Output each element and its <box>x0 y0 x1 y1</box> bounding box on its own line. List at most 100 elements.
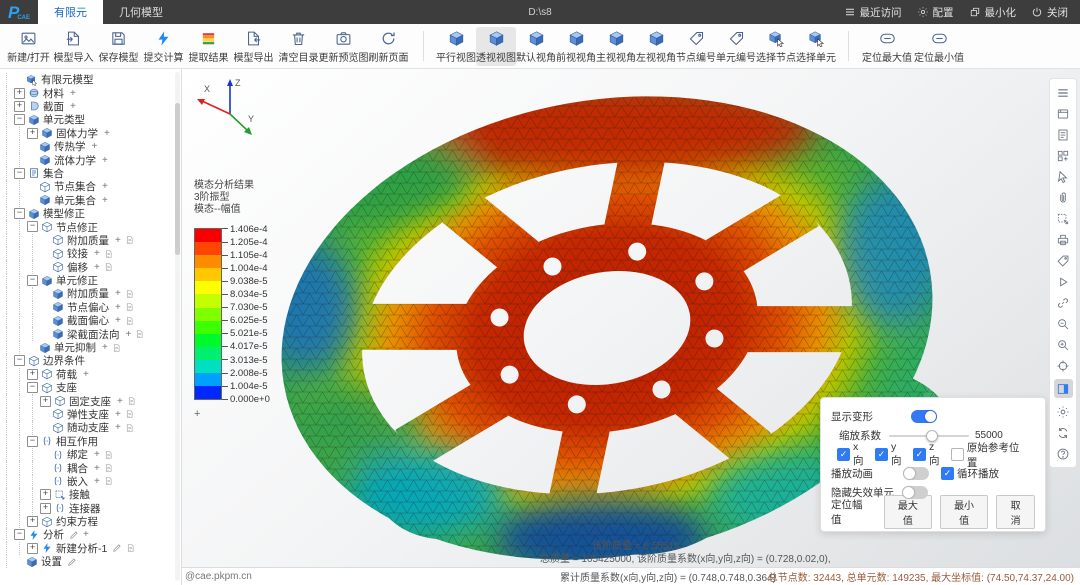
toolbar-button[interactable]: 模型导出 <box>231 27 276 66</box>
tree-item[interactable]: 弹性支座 + <box>0 407 181 422</box>
tab-fem[interactable]: 有限元 <box>38 0 104 24</box>
add-icon[interactable]: + <box>70 101 76 112</box>
toolbar-button[interactable]: 提交计算 <box>141 27 186 66</box>
tree-item[interactable]: − 边界条件 <box>0 354 181 368</box>
add-icon[interactable]: + <box>102 181 108 192</box>
tree-item[interactable]: 单元集合 + <box>0 193 181 207</box>
add-icon[interactable]: + <box>94 449 100 460</box>
paste-icon[interactable] <box>104 476 113 486</box>
tree-item[interactable]: 嵌入 + <box>0 474 181 489</box>
paste-icon[interactable] <box>125 289 134 299</box>
legend-resize-handle[interactable]: + <box>194 408 254 420</box>
paste-icon[interactable] <box>125 316 134 326</box>
tree-item[interactable]: + 固定支座 + <box>0 394 181 408</box>
titlebar-close-button[interactable]: 关闭 <box>1031 5 1068 20</box>
strip-form-button[interactable] <box>1054 127 1073 142</box>
titlebar-minimize-button[interactable]: 最小化 <box>969 5 1016 20</box>
paste-icon[interactable] <box>104 262 113 272</box>
add-icon[interactable]: + <box>104 128 110 139</box>
tree-item[interactable]: + 约束方程 <box>0 514 181 529</box>
hide-failed-toggle[interactable] <box>902 486 928 499</box>
strip-tag-button[interactable] <box>1054 253 1073 268</box>
tree-item[interactable]: 流体力学 + <box>0 153 181 167</box>
tree-item[interactable]: − 单元类型 <box>0 113 181 127</box>
strip-zoom-out-button[interactable] <box>1054 316 1073 331</box>
tree-item[interactable]: 绑定 + <box>0 447 181 462</box>
paste-icon[interactable] <box>125 409 134 419</box>
tree-item[interactable]: − 相互作用 <box>0 434 181 448</box>
titlebar-config-button[interactable]: 配置 <box>917 5 954 20</box>
tree-item[interactable]: + 材料 + <box>0 86 181 100</box>
paste-icon[interactable] <box>104 249 113 259</box>
toolbar-button[interactable]: 单元编号 <box>716 27 756 66</box>
axis-checkbox[interactable] <box>950 448 964 461</box>
toolbar-button[interactable]: 主视视角 <box>596 27 636 66</box>
expand-toggle[interactable]: + <box>14 87 25 99</box>
toolbar-button[interactable]: 刷新页面 <box>366 27 411 66</box>
collapse-toggle[interactable]: − <box>14 208 25 220</box>
tree-item[interactable]: + 接触 <box>0 488 181 502</box>
tree-item[interactable]: + 固体力学 + <box>0 126 181 140</box>
tree-item[interactable]: 耦合 + <box>0 461 181 475</box>
anim-toggle[interactable] <box>903 467 929 480</box>
toolbar-button[interactable]: 新建/打开 <box>6 27 51 66</box>
tree-item[interactable]: − 单元修正 <box>0 273 181 288</box>
add-icon[interactable]: + <box>115 235 121 246</box>
tree-item[interactable]: 附加质量 + <box>0 233 181 248</box>
locate-max-button[interactable]: 最大值 <box>883 494 932 529</box>
titlebar-recent-button[interactable]: 最近访问 <box>844 5 902 20</box>
collapse-toggle[interactable]: − <box>27 275 38 287</box>
axis-checkbox[interactable]: ✓ <box>912 448 926 461</box>
deform-toggle[interactable] <box>911 410 937 423</box>
strip-link-button[interactable] <box>1054 295 1073 310</box>
collapse-toggle[interactable]: − <box>27 382 38 394</box>
toolbar-button[interactable]: 选择节点 <box>756 27 796 66</box>
edit-icon[interactable] <box>112 543 122 553</box>
collapse-toggle[interactable]: − <box>14 355 25 367</box>
tree-item[interactable]: 梁截面法向 + <box>0 327 181 341</box>
paste-icon[interactable] <box>127 396 136 406</box>
tree-item[interactable]: + 截面 + <box>0 99 181 114</box>
strip-settings-button[interactable] <box>1054 404 1073 419</box>
toolbar-button[interactable]: 提取结果 <box>186 27 231 66</box>
collapse-toggle[interactable]: − <box>27 435 38 447</box>
toolbar-button[interactable]: 平行视图 <box>436 27 476 66</box>
toolbar-button[interactable]: 左视视角 <box>636 27 676 66</box>
paste-icon[interactable] <box>125 302 134 312</box>
axis-checkbox[interactable]: ✓ <box>837 448 850 461</box>
tree-item[interactable]: 节点集合 + <box>0 180 181 194</box>
add-icon[interactable]: + <box>115 302 121 313</box>
expand-toggle[interactable]: + <box>40 489 51 501</box>
expand-toggle[interactable]: + <box>27 368 38 380</box>
strip-menu-button[interactable] <box>1054 85 1073 100</box>
collapse-toggle[interactable]: − <box>14 114 25 126</box>
toolbar-button[interactable]: 更新预览图 <box>319 27 369 66</box>
expand-toggle[interactable]: + <box>27 542 38 554</box>
viewport-3d[interactable]: X Y Z 模态分析结果 3阶振型 模态--幅值 1.406e-4 1.205e… <box>182 68 1080 568</box>
tree-item[interactable]: 附加质量 + <box>0 287 181 301</box>
locate-cancel-button[interactable]: 取消 <box>996 494 1035 529</box>
expand-toggle[interactable]: + <box>27 516 38 528</box>
edit-icon[interactable] <box>67 557 77 567</box>
strip-clip-button[interactable] <box>1054 190 1073 205</box>
strip-help-button[interactable] <box>1054 446 1073 461</box>
expand-toggle[interactable]: + <box>40 395 51 407</box>
tree-item[interactable]: 设置 <box>0 555 181 569</box>
strip-window-button[interactable] <box>1054 106 1073 121</box>
tree-item[interactable]: 节点偏心 + <box>0 300 181 315</box>
add-icon[interactable]: + <box>102 155 108 166</box>
add-icon[interactable]: + <box>70 88 76 99</box>
tree-item[interactable]: 有限元模型 <box>0 73 181 87</box>
tree-item[interactable]: 随动支座 + <box>0 421 181 435</box>
add-icon[interactable]: + <box>94 463 100 474</box>
toolbar-button[interactable]: 透视视图 <box>476 26 516 66</box>
toolbar-button[interactable]: 默认视角 <box>516 27 556 66</box>
add-icon[interactable]: + <box>94 248 100 259</box>
strip-play-button[interactable] <box>1054 274 1073 289</box>
axis-checkbox[interactable]: ✓ <box>874 448 888 461</box>
collapse-toggle[interactable]: − <box>14 167 25 179</box>
tree-item[interactable]: 偏移 + <box>0 260 181 274</box>
paste-icon[interactable] <box>125 235 134 245</box>
paste-icon[interactable] <box>104 463 113 473</box>
loop-checkbox[interactable]: ✓ <box>941 467 954 480</box>
